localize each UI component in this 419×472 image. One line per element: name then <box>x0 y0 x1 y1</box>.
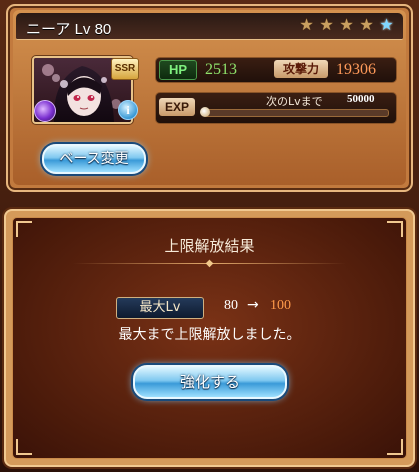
hp-value: 2513 <box>205 61 237 78</box>
title-divider: ◆ <box>73 258 346 269</box>
hp-attack-row: HP 2513 攻撃力 19306 <box>155 57 397 83</box>
uncap-result-panel: 上限解放結果 ◆ 最大Lv 80 → 100 最大まで上限解放しました。 強化す… <box>4 209 415 467</box>
frame-corner <box>16 439 32 455</box>
arrow-icon: → <box>247 297 259 313</box>
character-name-level: ニーア Lv 80 <box>26 21 112 38</box>
next-level-label: 次のLvまで <box>266 95 323 108</box>
exp-bar-knob <box>200 107 210 117</box>
hp-label: HP <box>159 60 197 80</box>
exp-bar <box>204 109 389 117</box>
upgrade-screen: ニーア Lv 80 ★ ★ ★ ★ ★ SSR i HP 2513 攻撃力 19… <box>0 0 419 472</box>
frame-corner <box>387 439 403 455</box>
dark-element-icon <box>34 100 56 122</box>
info-icon[interactable]: i <box>118 100 138 120</box>
next-level-exp-value: 50000 <box>347 93 375 105</box>
attack-label: 攻撃力 <box>274 60 328 78</box>
star-icon: ★ <box>339 15 354 34</box>
max-level-label: 最大Lv <box>116 297 204 319</box>
character-card: ニーア Lv 80 ★ ★ ★ ★ ★ SSR i HP 2513 攻撃力 19… <box>6 4 413 192</box>
uncap-result-body: 上限解放結果 ◆ 最大Lv 80 → 100 最大まで上限解放しました。 強化す… <box>12 217 407 459</box>
max-level-after: 100 <box>270 298 291 313</box>
star-icon: ★ <box>299 15 314 34</box>
max-level-before: 80 <box>224 298 238 313</box>
uncap-result-title: 上限解放結果 <box>164 237 255 255</box>
divider-ornament-icon: ◆ <box>205 258 214 269</box>
star-icon: ★ <box>359 15 374 34</box>
attack-value: 19306 <box>336 61 376 78</box>
star-icon: ★ <box>319 15 334 34</box>
base-change-button[interactable]: ベース変更 <box>42 144 146 174</box>
uncap-stars: ★ ★ ★ ★ ★ <box>298 16 395 34</box>
uncap-result-message: 最大まで上限解放しました。 <box>118 327 301 343</box>
character-title-bar: ニーア Lv 80 ★ ★ ★ ★ ★ <box>16 13 403 40</box>
ssr-rarity-badge: SSR <box>111 58 139 80</box>
enhance-button[interactable]: 強化する <box>133 365 287 399</box>
blue-star-icon: ★ <box>379 15 394 34</box>
exp-row: EXP 次のLvまで 50000 <box>155 92 397 124</box>
exp-label: EXP <box>159 98 195 116</box>
